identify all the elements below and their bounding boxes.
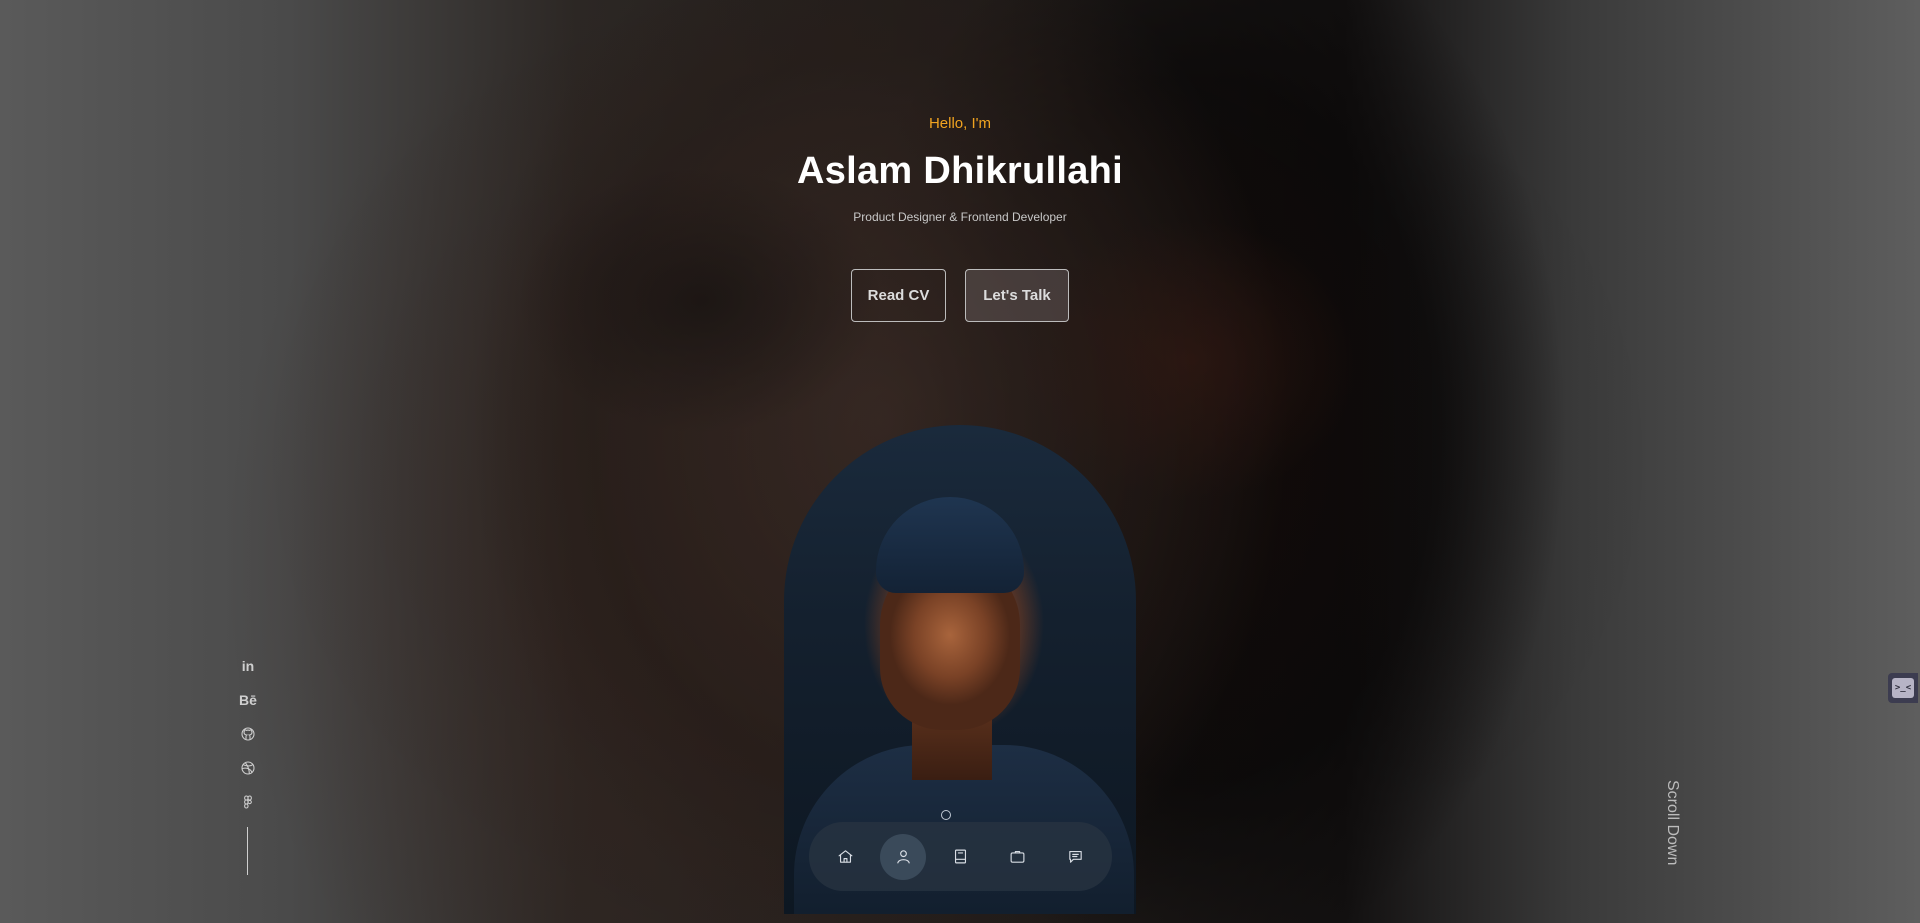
- github-icon: [241, 727, 255, 741]
- behance-icon: Bē: [239, 692, 257, 708]
- briefcase-icon: [1010, 850, 1025, 863]
- lets-talk-button[interactable]: Let's Talk: [965, 269, 1069, 322]
- nav-item-home[interactable]: [823, 834, 869, 880]
- dribbble-icon: [241, 761, 255, 775]
- scroll-down-link[interactable]: Scroll Down: [1657, 780, 1681, 872]
- linkedin-link[interactable]: in: [237, 656, 259, 676]
- linkedin-icon: in: [241, 658, 255, 674]
- read-cv-button[interactable]: Read CV: [851, 269, 946, 322]
- figma-link[interactable]: [237, 792, 259, 812]
- book-icon: [954, 849, 966, 864]
- message-icon: [1069, 850, 1082, 863]
- nav-item-portfolio[interactable]: [995, 834, 1041, 880]
- home-icon: [838, 850, 853, 863]
- social-links: in Bē: [232, 656, 264, 812]
- dribbble-link[interactable]: [237, 758, 259, 778]
- nav-item-experience[interactable]: [937, 834, 983, 880]
- nav-item-about[interactable]: [880, 833, 927, 880]
- page-title: Aslam Dhikrullahi: [796, 150, 1124, 192]
- github-link[interactable]: [237, 724, 259, 744]
- scroll-mouse-icon: [941, 810, 951, 820]
- figma-icon: [244, 795, 252, 809]
- role-subtitle: Product Designer & Frontend Developer: [853, 210, 1067, 224]
- behance-link[interactable]: Bē: [237, 690, 259, 710]
- floating-widget[interactable]: >_<: [1888, 673, 1918, 703]
- portrait-cap: [876, 497, 1024, 593]
- widget-face-icon: >_<: [1892, 678, 1914, 698]
- social-divider-line: [247, 827, 248, 875]
- bottom-nav: [809, 822, 1112, 891]
- greeting-text: Hello, I'm: [928, 115, 992, 132]
- user-icon: [896, 850, 910, 864]
- nav-item-contact[interactable]: [1052, 834, 1098, 880]
